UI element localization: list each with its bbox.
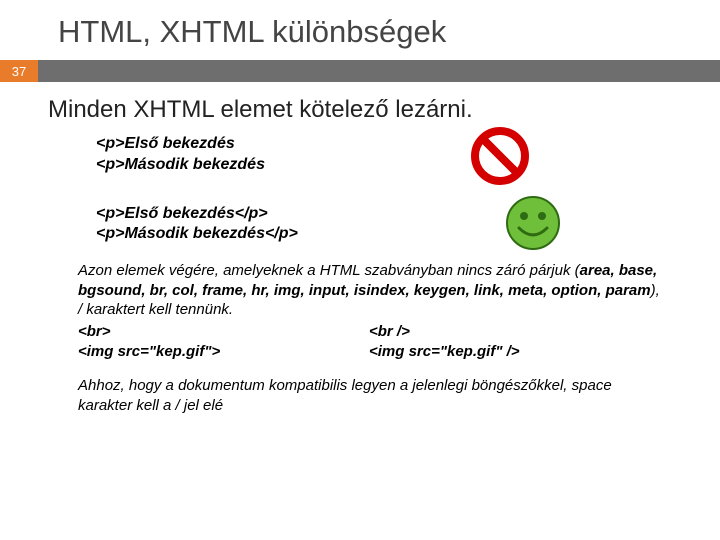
right-br: <br />	[369, 322, 660, 342]
explanation-paragraph: Azon elemek végére, amelyeknek a HTML sz…	[78, 261, 660, 320]
correct-example-block: <p>Első bekezdés</p> <p>Második bekezdés…	[96, 204, 690, 246]
left-img: <img src="kep.gif">	[78, 342, 369, 362]
wrong-line-2: <p>Második bekezdés	[96, 155, 690, 176]
slide-content: Minden XHTML elemet kötelező lezárni. <p…	[0, 82, 720, 415]
wrong-line-1: <p>Első bekezdés	[96, 134, 690, 155]
right-img: <img src="kep.gif" />	[369, 342, 660, 362]
left-column: <br> <img src="kep.gif">	[78, 322, 369, 363]
slide-title: HTML, XHTML különbségek	[0, 0, 720, 60]
prohibited-icon	[470, 126, 530, 186]
header-bar: 37	[0, 60, 720, 82]
subheading: Minden XHTML elemet kötelező lezárni.	[48, 96, 690, 124]
footer-note: Ahhoz, hogy a dokumentum kompatibilis le…	[78, 376, 660, 415]
page-number: 37	[0, 60, 38, 82]
smiley-icon	[504, 194, 562, 252]
wrong-example-block: <p>Első bekezdés <p>Második bekezdés	[96, 134, 690, 176]
correct-line-2: <p>Második bekezdés</p>	[96, 224, 690, 245]
explanation-intro: Azon elemek végére, amelyeknek a HTML sz…	[78, 262, 580, 279]
left-br: <br>	[78, 322, 369, 342]
right-column: <br /> <img src="kep.gif" />	[369, 322, 660, 363]
correct-line-1: <p>Első bekezdés</p>	[96, 204, 690, 225]
before-after-columns: <br> <img src="kep.gif"> <br /> <img src…	[78, 322, 660, 363]
header-bar-fill	[38, 60, 720, 82]
